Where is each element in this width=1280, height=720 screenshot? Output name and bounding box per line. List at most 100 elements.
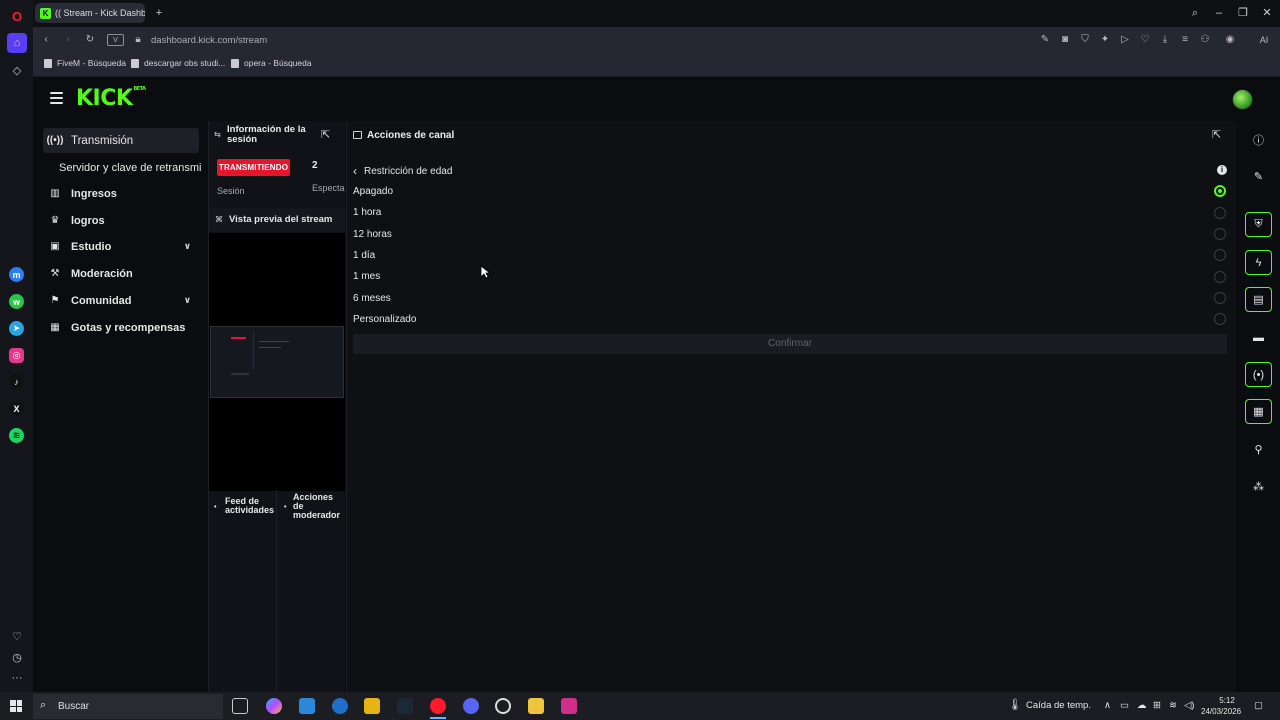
opera-icon[interactable] — [430, 698, 446, 714]
instagram-icon[interactable]: ◎ — [9, 348, 24, 363]
chevron-up-icon[interactable]: ∧ — [1104, 700, 1111, 711]
browser-tab[interactable]: K (( Stream - Kick Dashbo... — [35, 3, 145, 23]
wrench-icon[interactable]: ⚲ — [1245, 437, 1272, 462]
pencil-icon[interactable]: ✎ — [1245, 164, 1272, 189]
steam-icon[interactable] — [397, 698, 413, 714]
kick-logo[interactable]: KICKBETA — [76, 86, 146, 111]
sidebar-item-transmision[interactable]: ((•)) Transmisión — [43, 128, 199, 153]
sidebar-item-estudio[interactable]: ▣ Estudio ∨ — [43, 234, 199, 259]
radio-apagado[interactable] — [1214, 185, 1226, 197]
sidebar-item-servidor[interactable]: Servidor y clave de retransmi — [53, 155, 209, 180]
heart-outline-icon[interactable]: ♡ — [1137, 32, 1153, 48]
search-tabs-icon[interactable]: ⌕ — [1187, 5, 1203, 21]
popout-icon[interactable]: ⇱ — [321, 128, 330, 141]
option-1-mes-label[interactable]: 1 mes — [353, 271, 380, 282]
telegram-icon[interactable]: ➤ — [9, 321, 24, 336]
sidebar-item-comunidad[interactable]: ⚑ Comunidad ∨ — [43, 288, 199, 313]
sidebar-item-gotas[interactable]: ▦ Gotas y recompensas — [43, 315, 199, 340]
hamburger-menu-icon[interactable] — [50, 92, 63, 104]
avatar[interactable] — [1232, 89, 1253, 110]
play-icon[interactable]: ▷ — [1117, 32, 1133, 48]
copilot-icon[interactable] — [266, 698, 282, 714]
radio-1-hora[interactable] — [1214, 207, 1226, 219]
radio-12-horas[interactable] — [1214, 228, 1226, 240]
sidebar-item-ingresos[interactable]: ▥ Ingresos — [43, 181, 199, 206]
clock-time[interactable]: 5:12 — [1212, 696, 1242, 705]
sidebar-item-moderacion[interactable]: ⚒ Moderación — [43, 261, 199, 286]
tab-feed-actividades[interactable]: Feed de actividades — [225, 497, 275, 515]
maximize-icon[interactable]: ❐ — [1235, 5, 1251, 21]
confirm-button[interactable]: Confirmar — [353, 334, 1227, 354]
task-view-icon[interactable] — [232, 698, 248, 714]
tiktok-icon[interactable]: ♪ — [9, 374, 24, 389]
network-icon[interactable]: ▭ — [1120, 700, 1129, 711]
spotify-icon[interactable]: ≋ — [9, 428, 24, 443]
cloud-icon[interactable]: ☁ — [1137, 700, 1147, 711]
bookmark-item[interactable]: FiveM - Búsqueda — [44, 58, 126, 68]
popout-icon[interactable]: ⇱ — [1212, 128, 1221, 141]
whatsapp-icon[interactable]: w — [9, 294, 24, 309]
back-button[interactable]: ‹ Restricción de edad — [353, 164, 452, 178]
heart-icon[interactable]: ♡ — [7, 626, 27, 646]
broadcast-icon[interactable]: (•) — [1245, 362, 1272, 387]
roblox-icon[interactable] — [364, 698, 380, 714]
new-tab-icon[interactable]: + — [151, 5, 167, 21]
clock-date[interactable]: 24/03/2026 — [1201, 707, 1241, 716]
pin-icon[interactable]: ◇ — [7, 60, 27, 80]
option-1-hora-label[interactable]: 1 hora — [353, 207, 381, 218]
obs-icon[interactable] — [495, 698, 511, 714]
minimize-icon[interactable]: – — [1211, 5, 1227, 21]
volume-icon[interactable]: ◁) — [1184, 700, 1194, 711]
chat-icon[interactable]: ▬ — [1245, 325, 1272, 350]
sidebar-item-logros[interactable]: ♛ logros — [43, 208, 199, 233]
tab-acciones-moderador[interactable]: Acciones de moderador — [293, 493, 345, 520]
store-icon[interactable] — [299, 698, 315, 714]
wifi-icon[interactable]: ≋ — [1169, 700, 1177, 711]
ai-button[interactable]: AI — [1252, 32, 1276, 48]
camera-icon[interactable]: ◙ — [1057, 32, 1073, 48]
tray-icon[interactable]: ⊞ — [1153, 700, 1161, 711]
shield-icon[interactable]: ⛉ — [1077, 32, 1093, 48]
download-icon[interactable]: ⤓ — [1157, 32, 1173, 48]
option-12-horas-label[interactable]: 12 horas — [353, 229, 392, 240]
extension-icon[interactable]: ✦ — [1097, 32, 1113, 48]
shield-icon[interactable]: ⛨ — [1245, 212, 1272, 237]
option-apagado-label[interactable]: Apagado — [353, 186, 393, 197]
home-icon[interactable]: ⌂ — [7, 33, 27, 53]
more-icon[interactable]: ··· — [7, 668, 27, 688]
opera-logo-icon[interactable]: O — [7, 6, 27, 26]
option-personalizado-label[interactable]: Personalizado — [353, 314, 416, 325]
lightning-icon[interactable]: ϟ — [1245, 250, 1272, 275]
share-icon[interactable]: ⁂ — [1245, 474, 1272, 499]
notification-icon[interactable]: ▢ — [1254, 700, 1263, 711]
radio-personalizado[interactable] — [1214, 313, 1226, 325]
radio-6-meses[interactable] — [1214, 292, 1226, 304]
bookmark-item[interactable]: opera - Búsqueda — [231, 58, 312, 68]
weather-text[interactable]: Caída de temp. — [1026, 700, 1091, 711]
folder-icon[interactable] — [528, 698, 544, 714]
reload-icon[interactable]: ↻ — [82, 32, 98, 48]
app-icon[interactable] — [561, 698, 577, 714]
option-6-meses-label[interactable]: 6 meses — [353, 293, 391, 304]
stack-icon[interactable]: ▦ — [1245, 399, 1272, 424]
radio-1-mes[interactable] — [1214, 271, 1226, 283]
taskbar-search[interactable]: Buscar — [33, 694, 223, 719]
option-1-dia-label[interactable]: 1 día — [353, 250, 375, 261]
radio-1-dia[interactable] — [1214, 249, 1226, 261]
info-icon[interactable]: ⓘ — [1245, 127, 1272, 152]
info-icon[interactable]: i — [1217, 165, 1227, 175]
edit-icon[interactable]: ✎ — [1037, 32, 1053, 48]
messenger-icon[interactable]: m — [9, 267, 24, 282]
menu-lines-icon[interactable]: ≡ — [1177, 32, 1193, 48]
back-icon[interactable]: ‹ — [38, 32, 54, 48]
forward-icon[interactable]: › — [60, 32, 76, 48]
windows-start-icon[interactable] — [10, 700, 22, 712]
profile-icon[interactable]: ⚇ — [1197, 32, 1213, 48]
x-icon[interactable]: X — [9, 401, 24, 416]
edge-icon[interactable] — [332, 698, 348, 714]
wallet-icon[interactable]: ◉ — [1222, 32, 1238, 48]
document-icon[interactable]: ▤ — [1245, 287, 1272, 312]
history-icon[interactable]: ◷ — [7, 647, 27, 667]
bookmark-item[interactable]: descargar obs studi... — [131, 58, 225, 68]
close-icon[interactable]: ✕ — [1259, 5, 1275, 21]
